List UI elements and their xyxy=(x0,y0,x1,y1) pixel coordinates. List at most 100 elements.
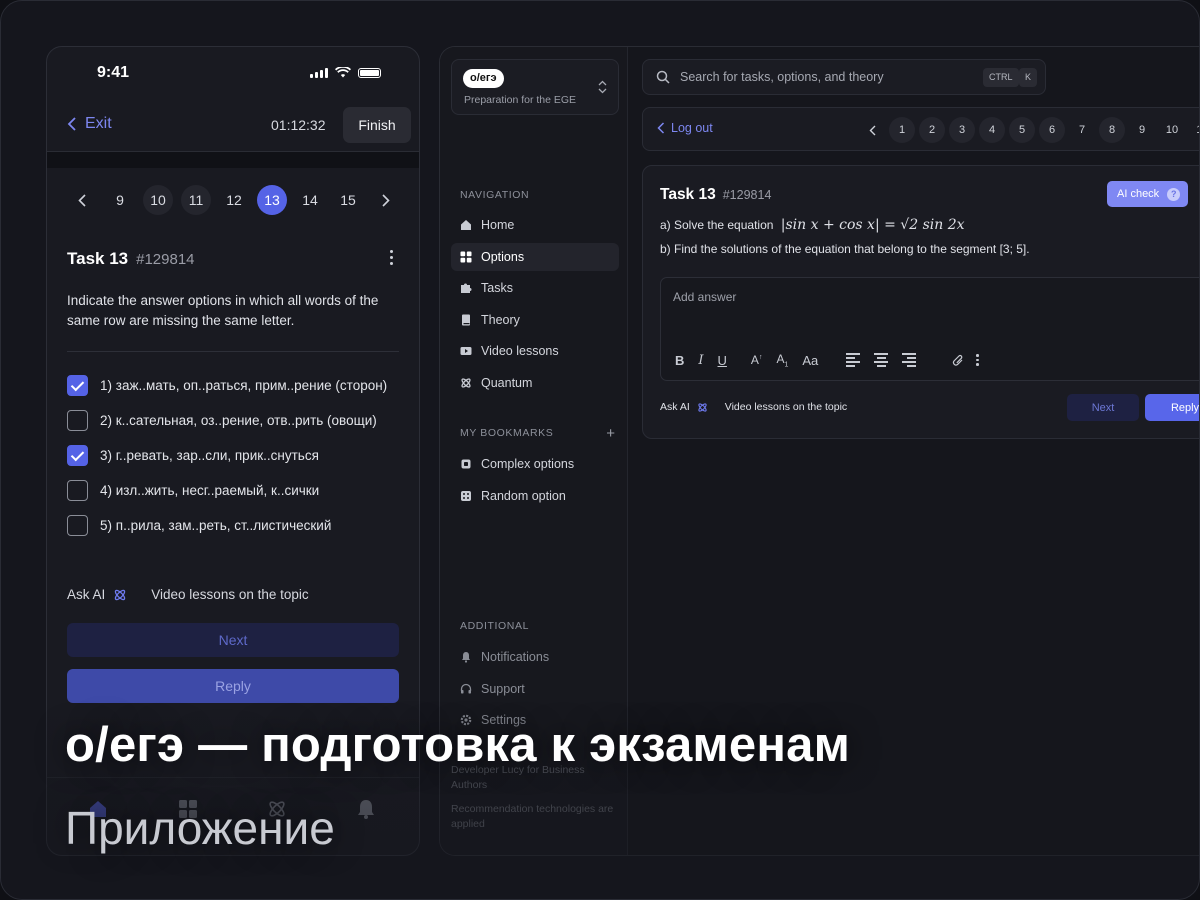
pager-item[interactable]: 3 xyxy=(949,117,975,143)
status-icons xyxy=(310,67,381,78)
pager-item[interactable]: 10 xyxy=(1159,117,1185,143)
more-options-icon[interactable] xyxy=(390,250,393,265)
sidebar-item-quantum[interactable]: Quantum xyxy=(451,369,619,397)
sidebar-item-label: Home xyxy=(481,218,515,232)
ai-check-label: AI check xyxy=(1117,188,1160,200)
pager-item[interactable]: 9 xyxy=(1129,117,1155,143)
bookmark-random-option[interactable]: Random option xyxy=(451,482,619,510)
wifi-icon xyxy=(335,67,351,78)
pager-item[interactable]: 5 xyxy=(1009,117,1035,143)
italic-icon[interactable]: I xyxy=(698,353,703,368)
task-pager-desktop: 1 2 3 4 5 6 7 8 9 10 11 xyxy=(859,117,1199,143)
attachment-icon[interactable] xyxy=(952,354,964,367)
pager-item[interactable]: 8 xyxy=(1099,117,1125,143)
answer-option[interactable]: 5) п..рила, зам..реть, ст..листический xyxy=(67,515,403,536)
pager-next-icon[interactable] xyxy=(371,185,401,215)
answer-option[interactable]: 1) заж..мать, оп..раться, прим..рение (с… xyxy=(67,375,403,396)
answer-editor[interactable]: Add answer B I U A↑ A1 Aa xyxy=(660,277,1199,381)
search-bar[interactable]: Search for tasks, options, and theory CT… xyxy=(642,59,1046,95)
answer-option-label: 2) к..сательная, оз..рение, отв..рить (о… xyxy=(100,413,377,428)
pager-item[interactable]: 1 xyxy=(889,117,915,143)
pager-prev-icon[interactable] xyxy=(67,185,97,215)
task-title: Task 13 #129814 xyxy=(67,249,195,269)
task-id: #129814 xyxy=(136,251,195,268)
add-bookmark-icon[interactable]: + xyxy=(606,425,615,442)
bookmarks-list: Complex options Random option xyxy=(451,450,619,513)
checkbox-checked[interactable] xyxy=(67,375,88,396)
sidebar-item-options[interactable]: Options xyxy=(451,242,619,271)
sidebar-item-tasks[interactable]: Tasks xyxy=(451,274,619,302)
sidebar-item-label: Options xyxy=(481,249,525,264)
pager-item[interactable]: 11 xyxy=(181,185,211,215)
next-button[interactable]: Next xyxy=(1067,394,1139,421)
question-b: b) Find the solutions of the equation th… xyxy=(660,242,1030,256)
more-tools-icon[interactable] xyxy=(976,354,979,366)
showcase-frame: 9:41 Exit 01:12:32 Finish 9 10 11 12 13 … xyxy=(0,0,1200,900)
pager-item[interactable]: 12 xyxy=(219,185,249,215)
search-icon xyxy=(656,70,670,84)
checkbox[interactable] xyxy=(67,480,88,501)
answer-option[interactable]: 2) к..сательная, оз..рение, отв..рить (о… xyxy=(67,410,403,431)
sidebar-item-notifications[interactable]: Notifications xyxy=(451,643,619,671)
puzzle-icon xyxy=(460,282,472,294)
logout-button[interactable]: Log out xyxy=(657,121,713,135)
ask-ai-link[interactable]: Ask AI xyxy=(67,587,105,602)
pager-item-active[interactable]: 13 xyxy=(257,185,287,215)
help-icon: ? xyxy=(1167,187,1181,201)
answer-option[interactable]: 3) г..ревать, зар..сли, прик..снуться xyxy=(67,445,403,466)
align-right-icon[interactable] xyxy=(902,353,917,367)
task-title: Task 13 #129814 xyxy=(660,186,771,204)
ask-ai-row: Ask AI Video lessons on the topic xyxy=(67,587,309,602)
pager-item[interactable]: 4 xyxy=(979,117,1005,143)
pager-item[interactable]: 11 xyxy=(1189,117,1199,143)
tab-bell-icon[interactable] xyxy=(355,798,377,820)
answer-input[interactable]: Add answer xyxy=(673,290,736,304)
sidebar-item-video-lessons[interactable]: Video lessons xyxy=(451,337,619,365)
pager-prev-icon[interactable] xyxy=(859,117,885,143)
pager-item[interactable]: 6 xyxy=(1039,117,1065,143)
finish-button[interactable]: Finish xyxy=(343,107,411,143)
answer-option[interactable]: 4) изл..жить, несг..раемый, к..сички xyxy=(67,480,403,501)
sidebar-item-label: Video lessons xyxy=(481,344,559,358)
pager-item[interactable]: 10 xyxy=(143,185,173,215)
task-pager: 9 10 11 12 13 14 15 xyxy=(67,185,401,215)
sidebar-item-label: Quantum xyxy=(481,375,533,390)
answer-option-label: 4) изл..жить, несг..раемый, к..сички xyxy=(100,483,320,498)
align-left-icon[interactable] xyxy=(846,353,861,367)
exit-button[interactable]: Exit xyxy=(67,115,112,133)
next-button[interactable]: Next xyxy=(67,623,399,657)
promo-subline: Приложение xyxy=(65,802,335,854)
pager-item[interactable]: 15 xyxy=(333,185,363,215)
align-center-icon[interactable] xyxy=(874,353,889,367)
ai-check-button[interactable]: AI check ? xyxy=(1107,181,1189,207)
reply-button[interactable]: Reply xyxy=(1145,394,1199,421)
checkbox-checked[interactable] xyxy=(67,445,88,466)
checkbox[interactable] xyxy=(67,410,88,431)
bold-icon[interactable]: B xyxy=(675,353,684,368)
video-lessons-link[interactable]: Video lessons on the topic xyxy=(725,401,847,413)
sidebar-item-support[interactable]: Support xyxy=(451,675,619,703)
checkbox[interactable] xyxy=(67,515,88,536)
subscript-icon[interactable]: A1 xyxy=(776,352,788,368)
sidebar-item-theory[interactable]: Theory xyxy=(451,306,619,334)
chevron-updown-icon xyxy=(598,80,607,94)
pager-item[interactable]: 9 xyxy=(105,185,135,215)
font-size-icon[interactable]: Aa xyxy=(802,353,818,368)
pager-item[interactable]: 2 xyxy=(919,117,945,143)
atom-icon xyxy=(115,589,126,600)
brand-switcher[interactable]: о/егэ Preparation for the EGE xyxy=(451,59,619,115)
sidebar-item-home[interactable]: Home xyxy=(451,211,619,239)
reply-button[interactable]: Reply xyxy=(67,669,399,703)
ask-ai-link[interactable]: Ask AI xyxy=(660,401,690,413)
sidebar-item-label: Theory xyxy=(481,312,520,327)
brand-subtitle: Preparation for the EGE xyxy=(464,94,577,106)
superscript-icon[interactable]: A↑ xyxy=(751,353,763,367)
sidebar-item-label: Support xyxy=(481,681,525,696)
bookmark-complex-options[interactable]: Complex options xyxy=(451,450,619,478)
pager-item[interactable]: 7 xyxy=(1069,117,1095,143)
nav-section-header: NAVIGATION xyxy=(460,189,530,201)
pager-item[interactable]: 14 xyxy=(295,185,325,215)
search-input[interactable]: Search for tasks, options, and theory xyxy=(680,70,884,84)
video-lessons-link[interactable]: Video lessons on the topic xyxy=(151,587,308,602)
underline-icon[interactable]: U xyxy=(718,353,727,368)
